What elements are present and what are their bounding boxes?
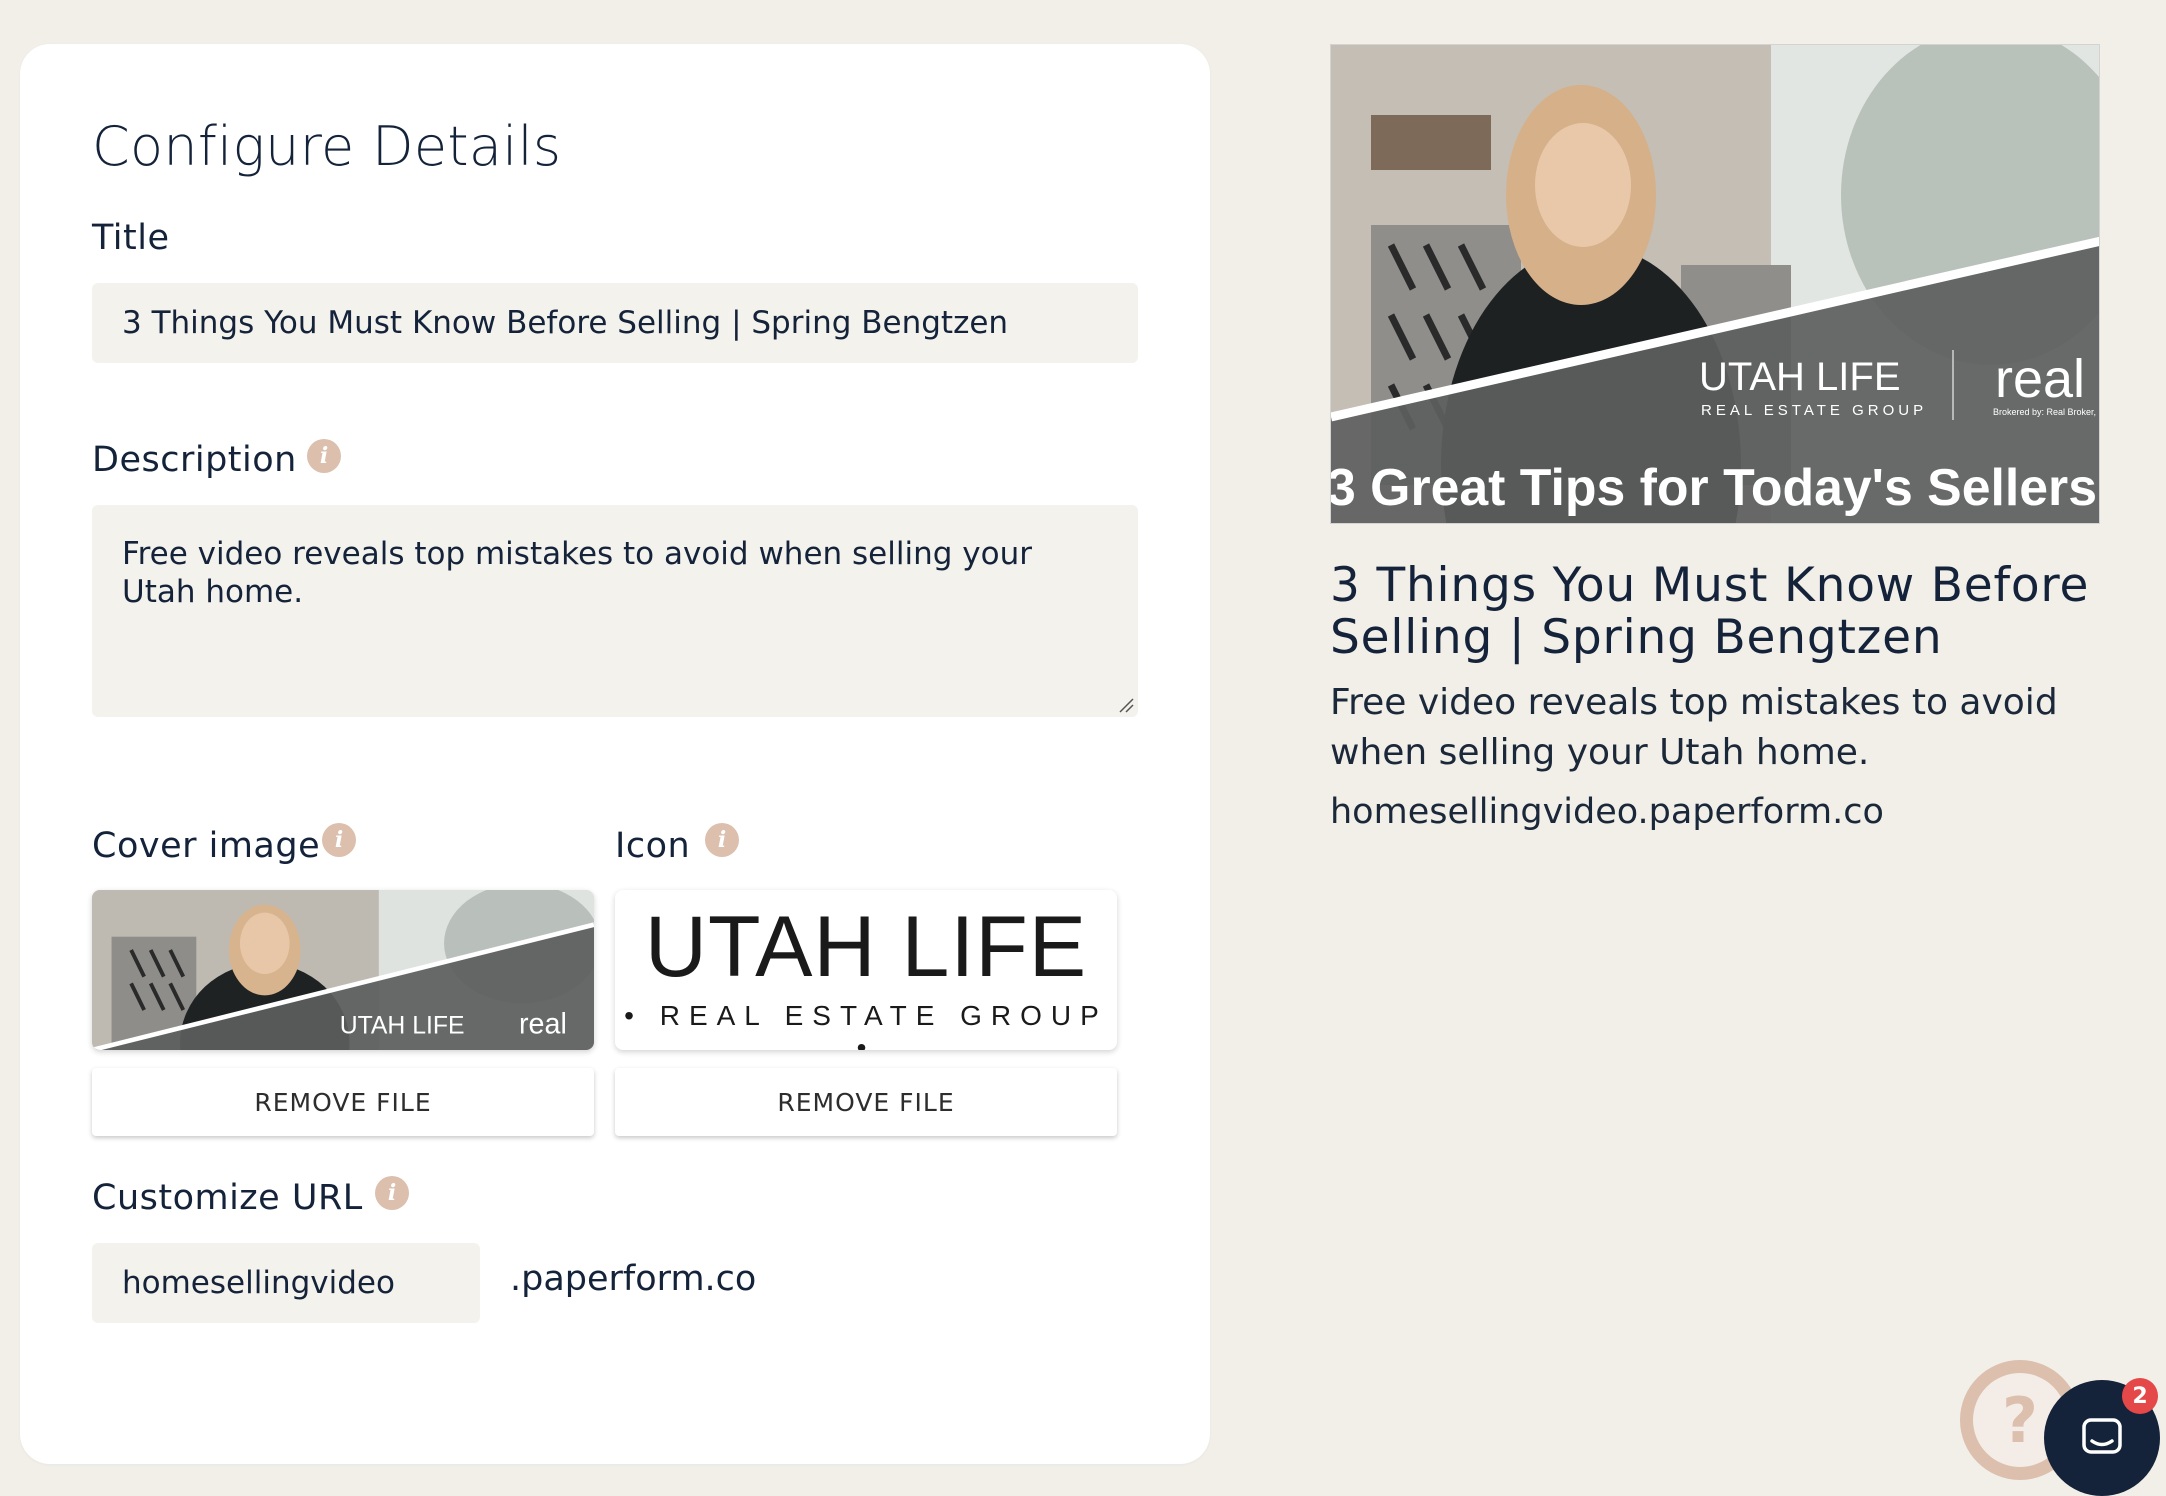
page-title: Configure Details — [92, 115, 562, 178]
icon-label: Icon — [615, 826, 691, 866]
description-label: Description — [92, 440, 297, 480]
description-text: Free video reveals top mistakes to avoid… — [122, 536, 1032, 610]
cover-real-text: real — [519, 1008, 567, 1040]
cover-image-thumbnail: UTAH LIFE real — [92, 890, 594, 1050]
preview-brand-text: UTAH LIFE — [1699, 355, 1901, 399]
info-glyph: i — [387, 1180, 397, 1206]
info-glyph: i — [319, 443, 329, 469]
preview-brand-sub: REAL ESTATE GROUP — [1701, 402, 1927, 419]
notification-badge: 2 — [2122, 1378, 2158, 1414]
url-domain-suffix: .paperform.co — [510, 1259, 757, 1299]
description-textarea[interactable]: Free video reveals top mistakes to avoid… — [92, 505, 1138, 717]
remove-cover-button[interactable]: REMOVE FILE — [92, 1068, 594, 1136]
url-subdomain-input[interactable]: homesellingvideo — [92, 1243, 480, 1323]
preview-brokered-text: Brokered by: Real Broker, LLC — [1993, 407, 2100, 417]
customize-url-label: Customize URL — [92, 1178, 363, 1218]
icon-brand-name: UTAH LIFE — [644, 899, 1088, 995]
preview-description: Free video reveals top mistakes to avoid… — [1330, 682, 2058, 773]
preview-title: 3 Things You Must Know Before Selling | … — [1330, 558, 2090, 665]
customize-url-info-icon[interactable]: i — [375, 1176, 409, 1210]
info-glyph: i — [717, 827, 727, 853]
preview-cover-graphic: UTAH LIFE REAL ESTATE GROUP real Brokere… — [1331, 45, 2100, 523]
cover-image-info-icon[interactable]: i — [322, 823, 356, 857]
preview-url: homesellingvideo.paperform.co — [1330, 792, 1884, 832]
info-glyph: i — [334, 827, 344, 853]
preview-cover-image: UTAH LIFE REAL ESTATE GROUP real Brokere… — [1330, 44, 2100, 524]
resize-handle-icon[interactable] — [1118, 697, 1134, 713]
title-label: Title — [92, 218, 170, 258]
title-input[interactable]: 3 Things You Must Know Before Selling | … — [92, 283, 1138, 363]
preview-real-text: real — [1995, 349, 2085, 409]
icon-brand-sub: • REAL ESTATE GROUP • — [624, 1000, 1108, 1050]
cover-thumbnail-graphic: UTAH LIFE real — [92, 890, 594, 1050]
preview-caption-text: 3 Great Tips for Today's Sellers — [1331, 459, 2097, 517]
icon-thumbnail: UTAH LIFE • REAL ESTATE GROUP • — [615, 890, 1117, 1050]
description-info-icon[interactable]: i — [307, 439, 341, 473]
icon-info-icon[interactable]: i — [705, 823, 739, 857]
cover-image-label: Cover image — [92, 826, 321, 866]
remove-icon-button[interactable]: REMOVE FILE — [615, 1068, 1117, 1136]
cover-brand-text: UTAH LIFE — [340, 1011, 465, 1039]
chat-bubble-icon — [2082, 1418, 2122, 1454]
